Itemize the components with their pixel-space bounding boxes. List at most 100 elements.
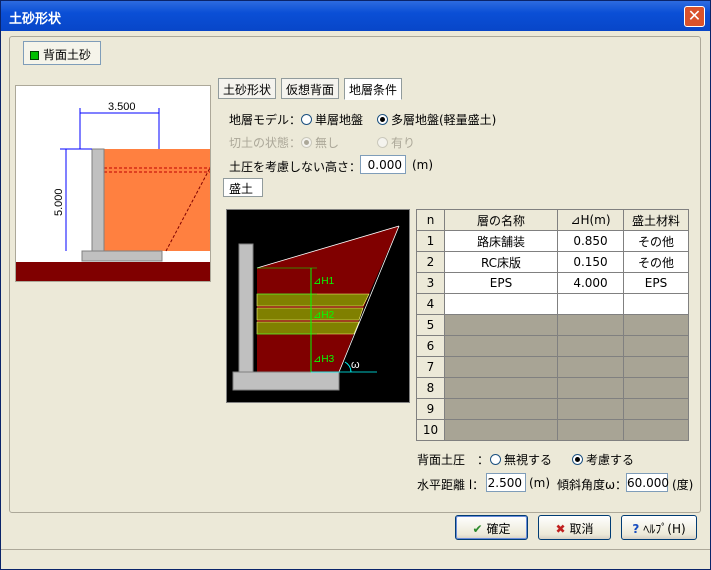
close-button[interactable]: ✕ [684,6,705,27]
cell-dh [557,377,624,399]
cross-icon: ✖ [555,522,566,536]
preview-drawing: 3.500 5.000 [16,101,210,281]
cell-material[interactable]: EPS [623,272,689,294]
cell-name [444,377,558,399]
cell-material [623,377,689,399]
cancel-button[interactable]: ✖ 取消 [538,515,611,540]
cell-dh[interactable]: 4.000 [557,272,624,294]
checkmark-icon: ✔ [472,522,483,536]
layer-band-1 [256,293,370,307]
cell-material [623,314,689,336]
model-option-multi[interactable]: 多層地盤(軽量盛土) [377,111,496,128]
table-row: 8 [416,377,689,399]
back-pressure-label: 背面土圧 ： [417,453,490,467]
back-pressure-ignore[interactable]: 無視する [490,451,552,468]
title-bar: 土砂形状 ✕ [1,1,710,31]
cell-dh [557,314,624,336]
row-number: 4 [416,293,445,315]
cell-material[interactable]: その他 [623,251,689,273]
model-option-single-label: 単層地盤 [315,113,364,127]
ignore-height-label: 土圧を考慮しない高さ： [229,160,362,174]
row-number: 6 [416,335,445,357]
green-square-icon [30,51,39,60]
row-number: 9 [416,398,445,420]
table-row: 5 [416,314,689,336]
row-number: 5 [416,314,445,336]
cut-option-none[interactable]: 無し [301,134,339,151]
label-h2: ⊿H2 [313,310,335,321]
slope-angle-input[interactable]: 60.000 [626,473,669,492]
horizontal-distance-unit: (m) [529,476,551,490]
cell-material [623,356,689,378]
label-h3: ⊿H3 [313,354,335,365]
back-soil-toggle[interactable]: 背面土砂 [23,41,101,65]
ignore-height-input[interactable]: 0.000 [360,155,406,174]
back-pressure-consider[interactable]: 考慮する [572,451,634,468]
table-row: 9 [416,398,689,420]
cell-material[interactable]: その他 [623,230,689,252]
tab-virtual-back[interactable]: 仮想背面 [281,78,340,99]
cut-label: 切土の状態： [229,136,302,150]
model-option-multi-label: 多層地盤(軽量盛土) [391,113,497,127]
col-material: 盛土材料 [623,209,689,231]
help-button-label: ﾍﾙﾌﾟ(H) [643,522,686,536]
table-row: 3 EPS 4.000 EPS [416,272,689,294]
row-number: 2 [416,251,445,273]
row-number: 1 [416,230,445,252]
col-n: n [416,209,445,231]
cell-dh[interactable] [557,293,624,315]
cancel-button-label: 取消 [569,522,594,536]
cell-name [444,335,558,357]
layer-band-3 [256,321,360,335]
table-row: 4 [416,293,689,315]
wall-base [81,250,163,262]
ground-band [16,262,210,281]
cell-name [444,419,558,441]
col-dh: ⊿H(m) [557,209,624,231]
tab-embankment[interactable]: 盛土 [223,178,263,197]
radio-cut-none-icon [301,137,312,148]
slope-angle-unit: (度) [672,478,694,492]
label-omega: ω [351,359,360,371]
window-title: 土砂形状 [9,12,62,27]
cell-name[interactable]: RC床版 [444,251,558,273]
horizontal-distance-input[interactable]: 2.500 [486,473,526,492]
confirm-button-label: 確定 [486,522,511,536]
row-number: 7 [416,356,445,378]
confirm-button[interactable]: ✔ 確定 [455,515,528,540]
row-number: 3 [416,272,445,294]
model-option-single[interactable]: 単層地盤 [301,111,363,128]
radio-ignore-icon [490,454,501,465]
layer-band-2 [256,307,364,321]
back-pressure-ignore-label: 無視する [504,453,553,467]
status-bar [1,549,710,569]
cell-name [444,356,558,378]
row-number: 8 [416,377,445,399]
radio-consider-icon [572,454,583,465]
cell-material[interactable] [623,293,689,315]
cell-name[interactable]: 路床舗装 [444,230,558,252]
model-label: 地層モデル： [229,113,302,127]
ignore-height-unit: (m) [412,158,434,172]
cell-dh [557,419,624,441]
radio-single-icon [301,114,312,125]
close-icon: ✕ [687,6,702,25]
wall-stem [238,243,254,391]
cell-dh[interactable]: 0.850 [557,230,624,252]
tab-layer-conditions[interactable]: 地層条件 [344,78,403,100]
cell-name[interactable] [444,293,558,315]
cell-name[interactable]: EPS [444,272,558,294]
tab-soil-shape[interactable]: 土砂形状 [218,78,277,99]
layer-diagram-drawing: ⊿H1 ⊿H2 ⊿H3 ω [232,225,400,391]
table-header-row: n 層の名称 ⊿H(m) 盛土材料 [416,209,689,231]
horizontal-distance-label: 水平距離 l： [417,478,485,492]
cut-option-yes[interactable]: 有り [377,134,415,151]
cell-material [623,335,689,357]
wall-base [232,371,340,391]
help-button[interactable]: ? ﾍﾙﾌﾟ(H) [621,515,697,540]
cell-dh[interactable]: 0.150 [557,251,624,273]
question-icon: ? [632,522,640,536]
cut-option-yes-label: 有り [391,136,416,150]
height-dim-label: 5.000 [53,188,65,216]
shape-preview: 3.500 5.000 [15,85,211,282]
